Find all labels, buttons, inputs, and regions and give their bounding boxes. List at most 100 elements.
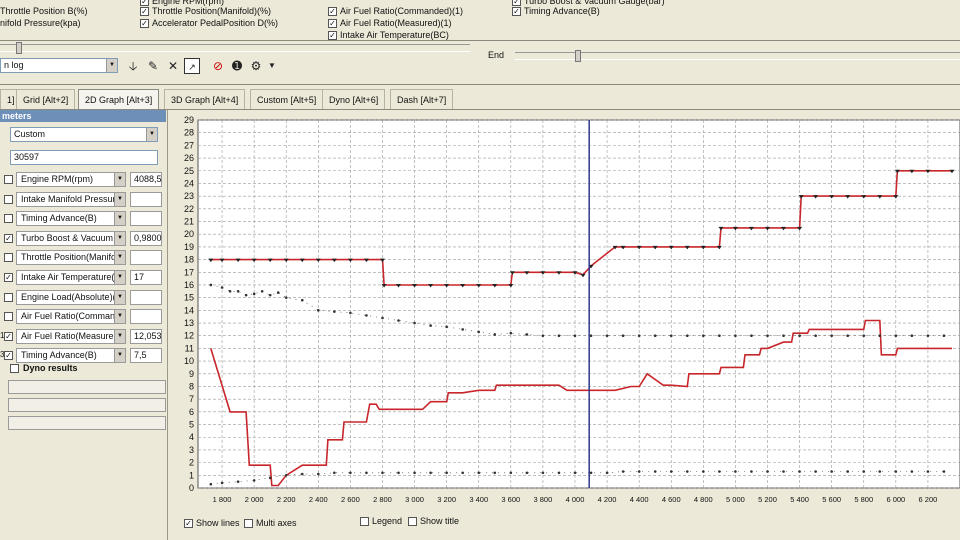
y-tick-label: 18 [184,255,194,265]
dyno-check-box[interactable] [10,364,19,374]
show-title-option[interactable]: Show title [408,516,459,527]
param-select[interactable]: Air Fuel Ratio(Measurer ▼ [16,328,126,344]
param-select[interactable]: Timing Advance(B) ▼ [16,348,126,364]
range-end-slider[interactable] [515,52,960,60]
header-channel-checkbox[interactable] [512,7,521,17]
param-checkbox[interactable] [4,331,13,341]
header-channel-item[interactable]: nifold Pressure(kpa) [0,18,81,28]
header-channel-item[interactable]: Timing Advance(B) [512,6,600,17]
dyno-slot-1[interactable] [8,380,166,394]
range-start-slider[interactable] [0,44,470,52]
series-point [317,309,320,312]
param-checkbox[interactable] [4,292,13,302]
info-icon[interactable]: ➊ [229,58,245,74]
param-select[interactable]: Engine Load(Absolute)(% ▼ [16,289,126,305]
header-channel-checkbox[interactable] [328,19,337,29]
caret-down-icon[interactable]: ▼ [264,58,280,74]
x-tick-label: 6 200 [919,495,938,504]
x-tick-label: 4 400 [630,495,649,504]
series-point [365,471,368,475]
legend-checkbox[interactable] [360,517,369,527]
tab-2[interactable]: 2D Graph [Alt+3] [78,89,160,109]
show-lines-checkbox[interactable] [184,519,193,529]
param-label: Timing Advance(B) [21,213,97,224]
param-checkbox[interactable] [4,175,13,184]
x-tick-label: 2 000 [245,495,264,504]
param-select[interactable]: Timing Advance(B) ▼ [16,211,126,227]
y-tick-label: 24 [184,178,194,188]
param-checkbox[interactable] [4,351,13,361]
log-select[interactable]: n log ▼ [0,58,118,73]
series-point [910,334,914,338]
tab-3[interactable]: 3D Graph [Alt+4] [164,89,246,109]
header-channel-item[interactable]: Intake Air Temperature(BC) [328,30,449,41]
series-point [477,330,481,334]
panel-title: meters [2,111,32,121]
series-point [621,470,625,473]
series-point [252,292,256,296]
legend-option[interactable]: Legend [360,516,402,527]
param-checkbox[interactable] [4,253,13,263]
header-channel-checkbox[interactable] [328,7,337,17]
header-channel-label: Timing Advance(B) [524,6,600,16]
param-select[interactable]: Engine RPM(rpm) ▼ [16,172,126,187]
header-channel-item[interactable]: Throttle Position(Manifold)(%) [140,6,271,17]
chart-icon[interactable]: ↗ [184,58,200,74]
chevron-down-icon: ▼ [114,231,125,245]
close-icon[interactable]: ✕ [165,58,181,74]
series-point [685,470,689,473]
param-checkbox[interactable] [4,214,13,224]
series-point [669,334,673,338]
tab-5[interactable]: Dyno [Alt+6] [322,89,386,109]
edit-icon[interactable]: ✎ [145,58,161,74]
tab-4[interactable]: Custom [Alt+5] [250,89,324,109]
multi-axes-checkbox[interactable] [244,519,253,529]
param-value: 12,053 [130,328,162,344]
param-select[interactable]: Air Fuel Ratio(Commanc ▼ [16,309,126,325]
param-select[interactable]: Intake Air Temperature(▼ [16,270,126,285]
download-icon[interactable]: 🡣 [125,58,141,74]
y-tick-label: 11 [185,343,194,353]
header-channel-checkbox[interactable] [328,31,337,41]
preset-select[interactable]: Custom ▼ [10,127,158,142]
rpm-graph[interactable]: 0123456789101112131415161718192021222324… [168,110,960,510]
series-point [685,334,689,338]
dyno-slot-3[interactable] [8,416,166,430]
series-point [429,324,432,327]
sample-count-value: 30597 [14,152,40,162]
show-lines-option[interactable]: Show lines [184,518,240,529]
y-tick-label: 16 [184,280,194,290]
y-tick-label: 23 [184,191,194,201]
param-checkbox[interactable] [4,233,13,243]
header-channel-item[interactable]: Throttle Position B(%) [0,6,88,16]
header-channel-item[interactable]: Air Fuel Ratio(Commanded)(1) [328,6,463,17]
param-select[interactable]: Turbo Boost & Vacuum ▼ [16,230,126,246]
param-checkbox[interactable] [4,312,13,322]
header-channel-label: Intake Air Temperature(BC) [340,30,449,40]
tab-1[interactable]: Grid [Alt+2] [16,89,76,109]
multi-axes-option[interactable]: Multi axes [244,518,297,529]
param-value [130,211,162,227]
range-start-thumb[interactable] [16,42,22,54]
series-point [942,334,946,338]
param-checkbox[interactable] [4,194,13,204]
tab-6[interactable]: Dash [Alt+7] [390,89,454,109]
header-channel-item[interactable]: Accelerator PedalPosition D(%) [140,18,278,29]
range-end-thumb[interactable] [575,50,581,62]
show-title-checkbox[interactable] [408,517,417,527]
header-channel-checkbox[interactable] [140,7,149,17]
dyno-checkbox[interactable] [10,363,22,374]
param-checkbox[interactable] [4,273,13,282]
sample-count-field[interactable]: 30597 [10,150,158,165]
dyno-slot-2[interactable] [8,398,166,412]
series-point [209,283,213,287]
header-channel-checkbox[interactable] [140,19,149,29]
param-select[interactable]: Throttle Position(Manifo ▼ [16,250,126,266]
series-point [830,470,833,473]
settings-icon[interactable]: ⚙ [248,58,264,74]
header-channel-item[interactable]: Air Fuel Ratio(Measured)(1) [328,18,452,29]
series-point [782,334,785,338]
series-point [653,334,657,338]
stop-record-icon[interactable]: ⊘ [210,58,226,74]
param-select[interactable]: Intake Manifold Pressure ▼ [16,191,126,207]
